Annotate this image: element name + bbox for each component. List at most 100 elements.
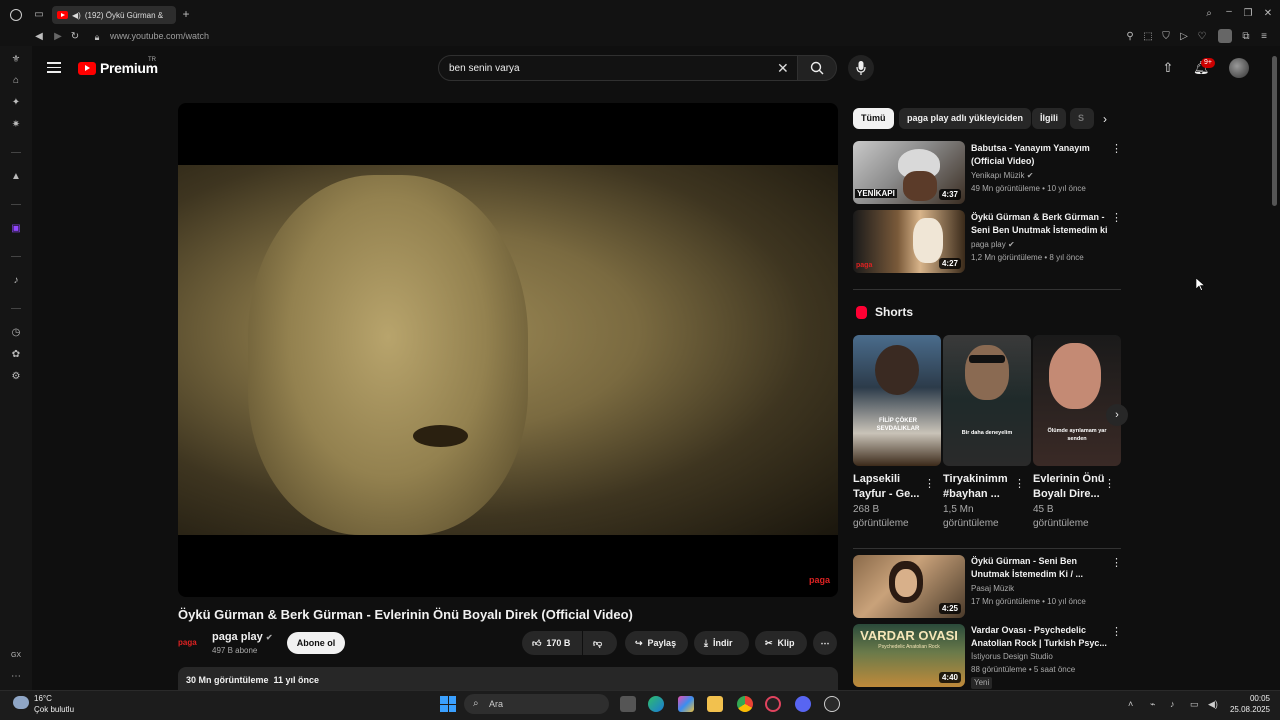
weather-widget[interactable]: 16°C Çok bulutlu	[34, 693, 74, 715]
chip-more[interactable]: S	[1070, 108, 1094, 129]
more-options-icon[interactable]: ⋮	[1104, 479, 1115, 490]
like-button[interactable]: 👍︎ 170 B	[522, 631, 582, 655]
sidebar-music-icon[interactable]: ♪	[10, 275, 22, 287]
back-icon[interactable]: ◀	[33, 32, 45, 42]
chip-all[interactable]: Tümü	[853, 108, 894, 129]
short-thumbnail[interactable]: Bir daha deneyelim	[943, 335, 1031, 466]
channel-name[interactable]: paga play ✔	[212, 631, 273, 643]
related-thumbnail[interactable]: paga 4:27	[853, 210, 965, 273]
avatar[interactable]	[1229, 58, 1249, 78]
maximize-icon[interactable]: ❐	[1242, 9, 1254, 19]
more-options-icon[interactable]: ⋮	[924, 479, 935, 490]
extensions-icon[interactable]: ⧉	[1240, 32, 1252, 42]
chevron-right-icon[interactable]: ›	[1097, 111, 1113, 127]
browser-menu-icon[interactable]	[10, 9, 22, 21]
shorts-next-button[interactable]: ›	[1106, 404, 1128, 426]
related-title[interactable]: Babutsa - Yanayım Yanayım (Official Vide…	[971, 142, 1111, 168]
minimize-icon[interactable]: –	[1223, 7, 1235, 17]
sidebar-history-icon[interactable]: ◷	[10, 327, 22, 339]
new-tab-icon[interactable]: +	[180, 8, 192, 20]
related-channel[interactable]: Pasaj Müzik	[971, 584, 1014, 593]
short-title[interactable]: Lapsekili Tayfur - Ge...	[853, 472, 929, 502]
video-player[interactable]: paga	[178, 103, 838, 597]
dislike-button[interactable]: 👎︎	[583, 631, 617, 655]
player-icon[interactable]: ▷	[1178, 32, 1190, 42]
start-icon[interactable]	[440, 696, 456, 712]
speaker-icon: ◀)	[72, 10, 81, 20]
browser-tab[interactable]: ◀) (192) Öykü Gürman &	[52, 6, 176, 24]
download-button[interactable]: ⤓ İndir	[694, 631, 749, 655]
display-icon[interactable]: ▭	[1190, 699, 1199, 710]
related-channel[interactable]: Yenikapı Müzik ✔	[971, 171, 1033, 180]
sidebar-aria-icon[interactable]: ▲	[10, 171, 22, 183]
search-input[interactable]	[449, 61, 769, 76]
page-scrollbar[interactable]	[1272, 56, 1277, 206]
pin-icon[interactable]: ⚲	[1124, 32, 1136, 42]
subscribe-button[interactable]: Abone ol	[287, 632, 345, 654]
short-thumbnail[interactable]: FİLİP ÇÖKER SEVDALIKLAR	[853, 335, 941, 466]
more-options-icon[interactable]: ⋮	[1111, 144, 1122, 155]
short-thumbnail[interactable]: Ölümde ayrılamam yar senden	[1033, 335, 1121, 466]
related-title[interactable]: Öykü Gürman - Seni Ben Unutmak İstemedim…	[971, 555, 1111, 581]
browser-search-icon[interactable]: ⌕	[1203, 9, 1215, 19]
sidebar-twitch-icon[interactable]: ▣	[10, 223, 22, 235]
forward-icon[interactable]: ▶	[52, 32, 64, 42]
more-options-icon[interactable]: ⋮	[1111, 558, 1122, 569]
clip-button[interactable]: ✂ Klip	[755, 631, 807, 655]
tab-manager-icon[interactable]: ▭	[33, 10, 45, 20]
chrome-icon[interactable]	[737, 696, 753, 712]
taskbar-search[interactable]: ⌕ Ara	[464, 694, 609, 714]
sidebar-gx-icon[interactable]: ✷	[10, 119, 22, 131]
sidebar-speeddial-icon[interactable]: ⌂	[10, 75, 22, 87]
related-title[interactable]: Öykü Gürman & Berk Gürman - Seni Ben Unu…	[971, 211, 1111, 237]
edge-icon[interactable]	[648, 696, 664, 712]
snapshot-icon[interactable]: ⬚	[1142, 32, 1154, 42]
file-explorer-icon[interactable]	[707, 696, 723, 712]
clear-search-icon[interactable]: ✕	[777, 61, 789, 75]
more-options-icon[interactable]: ⋮	[1111, 213, 1122, 224]
related-thumbnail[interactable]: 4:25	[853, 555, 965, 618]
tray-chevron-icon[interactable]: ˄	[1128, 699, 1133, 709]
task-view-icon[interactable]	[620, 696, 636, 712]
profile-icon[interactable]	[1218, 29, 1232, 43]
sidebar-more-icon[interactable]: ⋯	[10, 671, 22, 683]
voice-search-button[interactable]	[848, 55, 874, 81]
mic-tray-icon[interactable]: ♪	[1170, 699, 1175, 709]
sidebar-bookmark-icon[interactable]: ✦	[10, 97, 22, 109]
short-title[interactable]: Tiryakinimm #bayhan ...	[943, 472, 1019, 502]
opera-gx-icon[interactable]	[765, 696, 781, 712]
close-window-icon[interactable]: ✕	[1262, 9, 1274, 19]
app-icon[interactable]	[824, 696, 840, 712]
shield-icon[interactable]: ⛉	[1160, 32, 1172, 42]
menu-icon[interactable]	[47, 62, 61, 73]
sidebar-settings-icon[interactable]: ⚙	[10, 371, 22, 383]
description-box[interactable]: 30 Mn görüntüleme 11 yıl önce	[178, 667, 838, 690]
related-title[interactable]: Vardar Ovası - Psychedelic Anatolian Roc…	[971, 624, 1111, 650]
search-button[interactable]	[797, 55, 837, 81]
sidebar-extensions-icon[interactable]: ✿	[10, 349, 22, 361]
copilot-icon[interactable]	[678, 696, 694, 712]
related-channel[interactable]: İstiyorus Design Studio	[971, 652, 1053, 661]
heart-icon[interactable]: ♡	[1196, 32, 1208, 42]
more-options-icon[interactable]: ⋮	[1111, 627, 1122, 638]
chip-related[interactable]: İlgili	[1032, 108, 1066, 129]
upload-icon[interactable]: ⇧	[1160, 60, 1176, 76]
sidebar-ai-icon[interactable]: ⚜	[10, 54, 22, 66]
share-button[interactable]: ↪ Paylaş	[625, 631, 688, 655]
taskbar-clock[interactable]: 00:05 25.08.2025	[1228, 693, 1270, 715]
related-thumbnail[interactable]: YENİKAPI 4:37	[853, 141, 965, 204]
network-icon[interactable]: ⌁	[1150, 699, 1155, 710]
url-text[interactable]: www.youtube.com/watch	[110, 31, 209, 41]
short-title[interactable]: Evlerinin Önü Boyalı Dire...	[1033, 472, 1109, 502]
related-channel[interactable]: paga play ✔	[971, 240, 1015, 249]
youtube-premium-logo[interactable]: Premium TR	[78, 57, 158, 76]
reload-icon[interactable]: ↻	[69, 32, 81, 42]
chip-from-uploader[interactable]: paga play adlı yükleyiciden	[899, 108, 1032, 129]
volume-icon[interactable]: ◀)	[1208, 699, 1218, 710]
easy-setup-icon[interactable]: ≡	[1258, 32, 1270, 42]
channel-logo[interactable]: paga	[178, 632, 204, 654]
more-options-icon[interactable]: ⋮	[1014, 479, 1025, 490]
related-thumbnail[interactable]: VARDAR OVASI Psychedelic Anatolian Rock …	[853, 624, 965, 687]
more-actions-button[interactable]: ⋯	[813, 631, 837, 655]
discord-icon[interactable]	[795, 696, 811, 712]
